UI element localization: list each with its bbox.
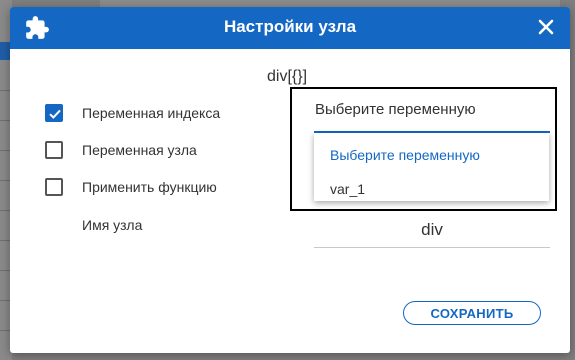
node-variable-checkbox[interactable]: [45, 141, 63, 159]
node-settings-dialog: Настройки узла div[{}] Переменная индекс…: [10, 7, 570, 353]
node-path-label: div[{}]: [267, 68, 308, 85]
menu-item-choose-variable[interactable]: Выберите переменную: [314, 140, 549, 170]
background-checkbox: [0, 42, 10, 60]
index-variable-label: Переменная индекса: [82, 105, 221, 121]
dialog-title: Настройки узла: [223, 17, 357, 36]
menu-item-label: var_1: [330, 181, 366, 197]
menu-item-var-1[interactable]: var_1: [314, 174, 549, 204]
node-name-label: Имя узла: [82, 217, 143, 233]
save-button-label: СОХРАНИТЬ: [430, 306, 514, 321]
node-name-value: div: [421, 220, 443, 239]
variable-select[interactable]: Выберите переменную: [314, 95, 550, 133]
node-variable-label: Переменная узла: [82, 142, 197, 158]
menu-item-label: Выберите переменную: [330, 147, 480, 163]
node-name-input[interactable]: div: [314, 215, 550, 248]
variable-dropdown-menu: Выберите переменную var_1: [314, 133, 549, 201]
apply-function-label: Применить функцию: [82, 179, 217, 195]
variable-select-value: Выберите переменную: [315, 101, 476, 118]
close-icon[interactable]: [534, 15, 558, 39]
apply-function-checkbox[interactable]: [45, 178, 63, 196]
dialog-titlebar: Настройки узла: [10, 7, 570, 49]
checkmark-icon: [49, 109, 61, 119]
index-variable-checkbox[interactable]: [45, 104, 63, 122]
save-button[interactable]: СОХРАНИТЬ: [403, 301, 541, 325]
